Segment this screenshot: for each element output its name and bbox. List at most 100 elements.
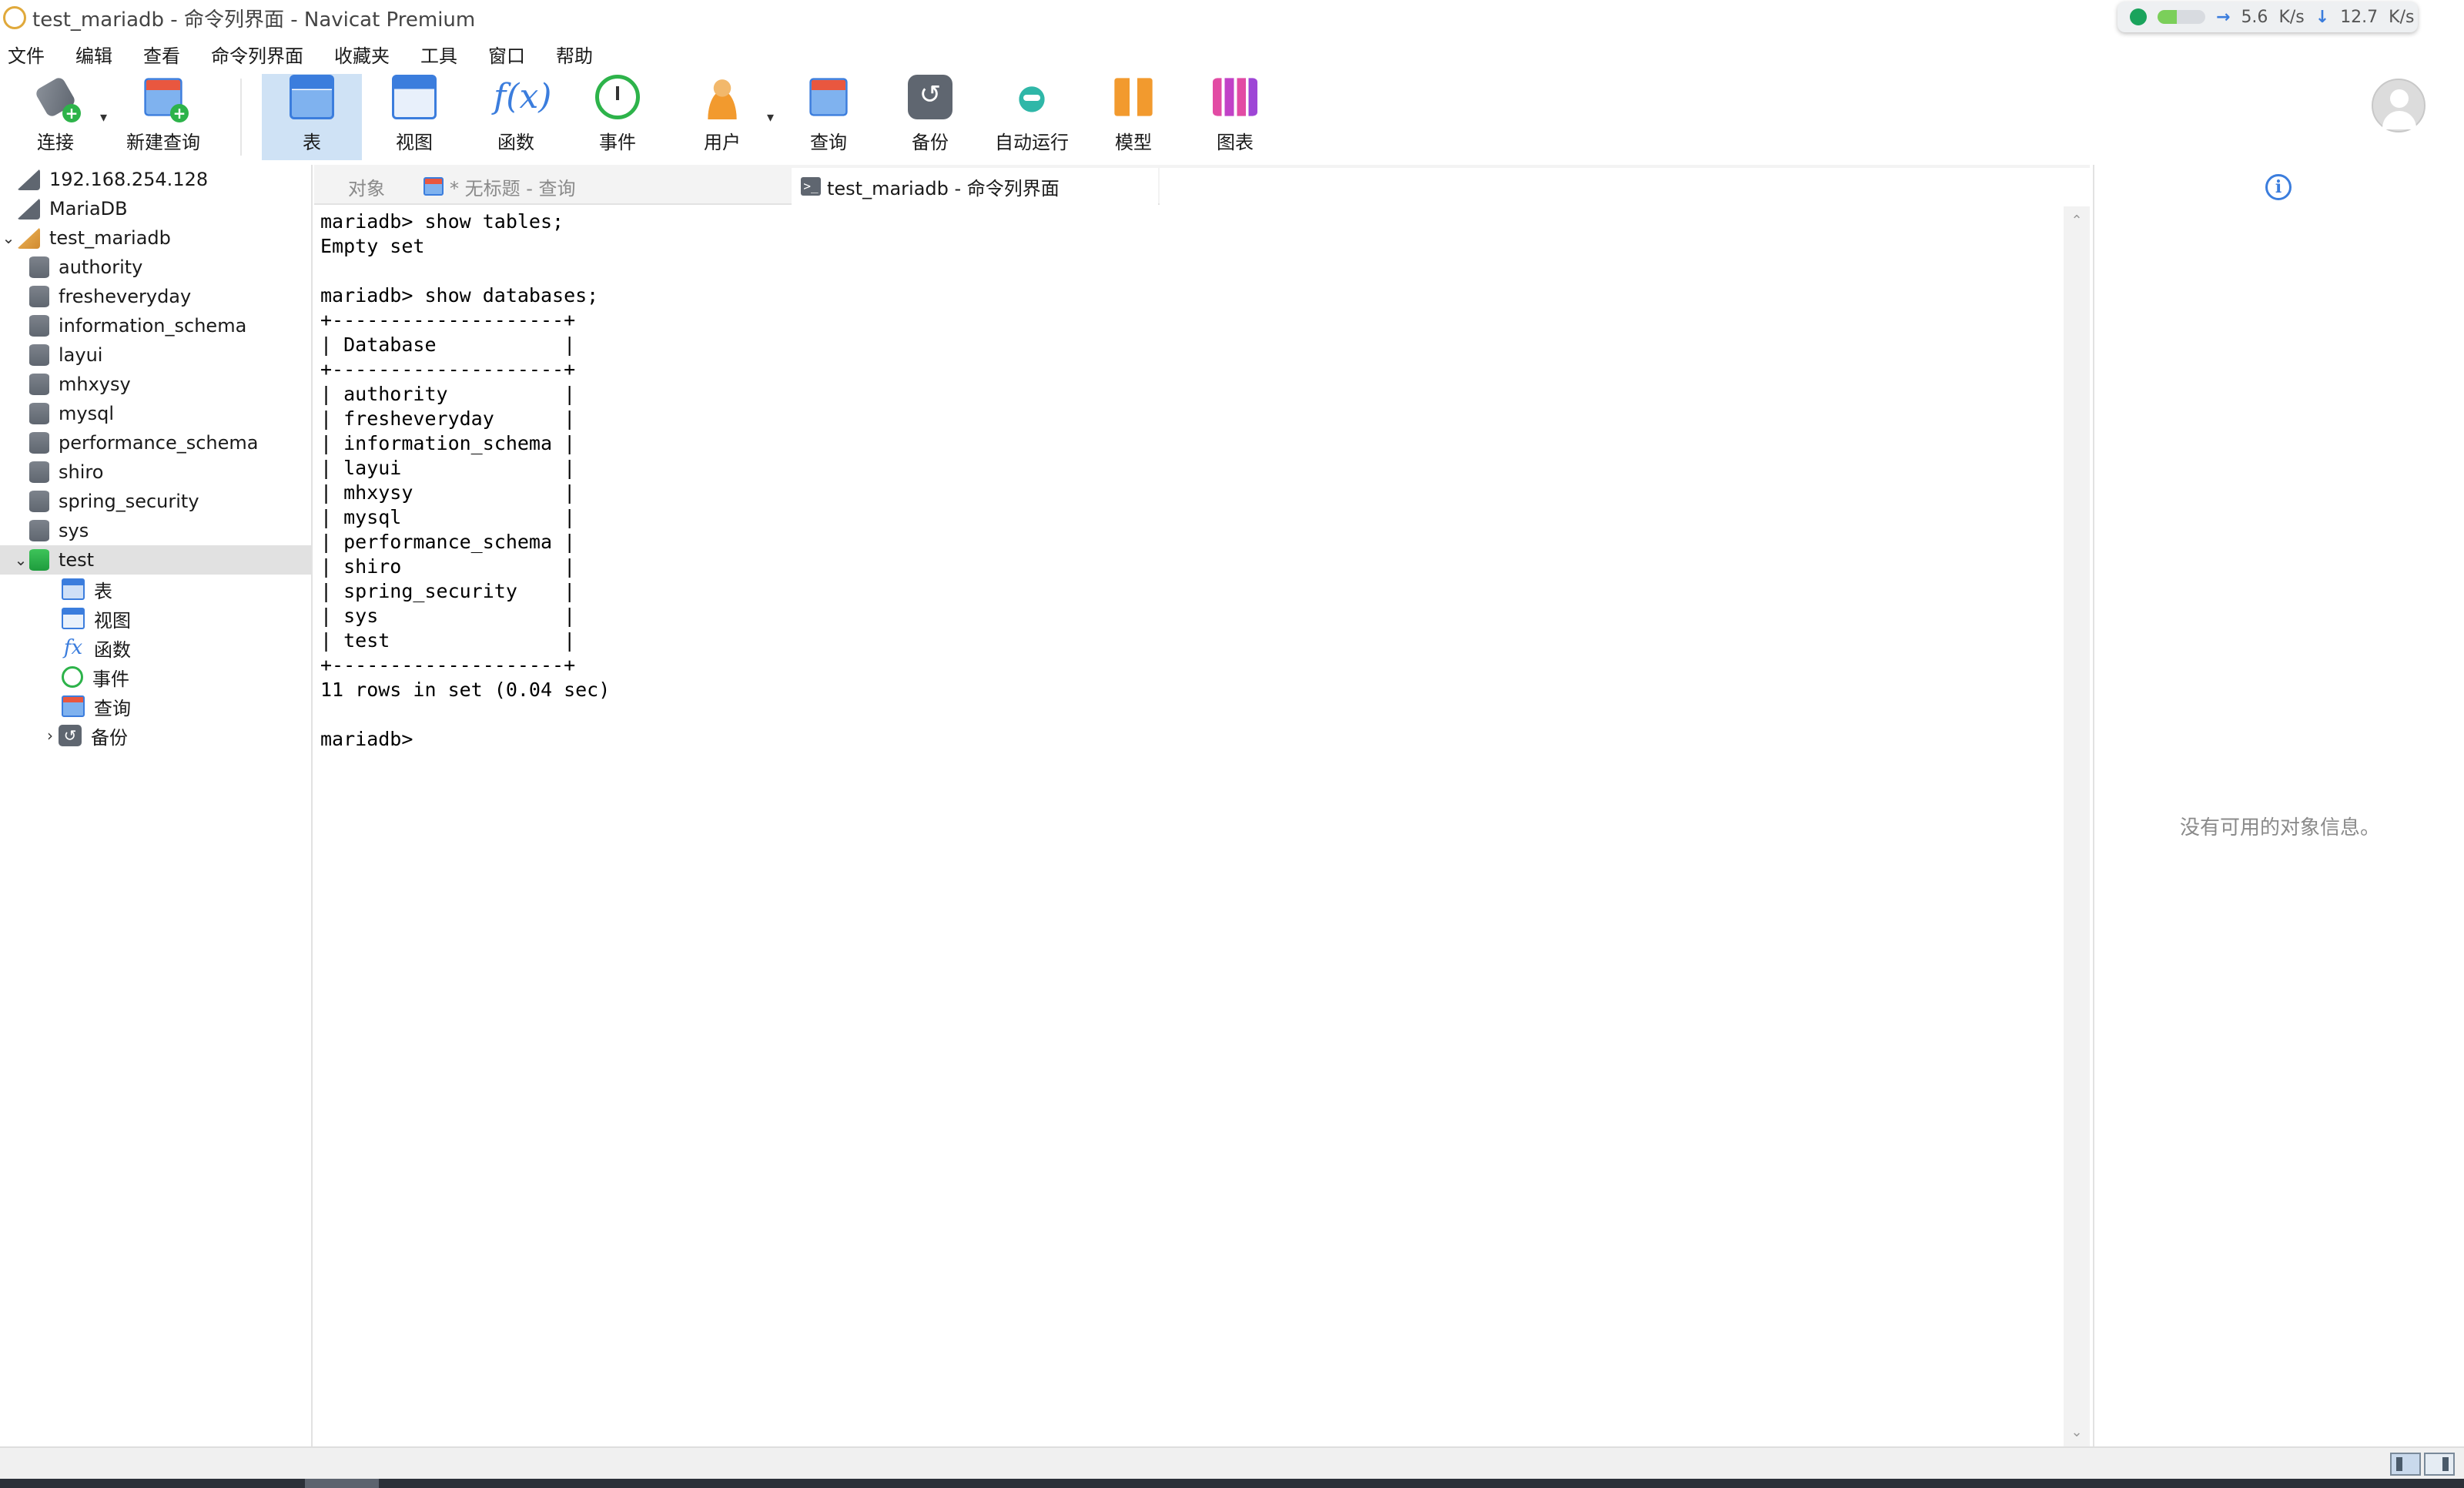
toggle-left-panel-icon[interactable]	[2390, 1453, 2421, 1476]
tab-objects[interactable]: 对象	[348, 168, 385, 205]
chart-icon	[1213, 78, 1257, 116]
tree-label: 视图	[94, 609, 131, 632]
window-title: test_mariadb - 命令列界面 - Navicat Premium	[32, 8, 476, 32]
no-info-message: 没有可用的对象信息。	[2179, 816, 2380, 840]
tree-database-row[interactable]: mysql	[0, 399, 311, 428]
download-unit: K/s	[2389, 7, 2415, 27]
tree-database-row[interactable]: fresheveryday	[0, 282, 311, 311]
taskbar-active-item[interactable]	[305, 1479, 379, 1488]
menu-tools[interactable]: 工具	[420, 41, 457, 68]
chevron-down-icon[interactable]: ⌄	[12, 551, 29, 569]
menu-help[interactable]: 帮助	[556, 41, 593, 68]
clock-icon	[62, 666, 83, 688]
tree-label: spring_security	[59, 491, 199, 512]
database-icon	[29, 344, 49, 366]
tree-database-row[interactable]: mhxysy	[0, 370, 311, 399]
tab-bar-empty-area	[1160, 168, 2090, 205]
view-icon	[62, 608, 85, 629]
tree-label: information_schema	[59, 315, 247, 337]
query-icon	[424, 177, 444, 196]
download-speed: 12.7	[2340, 7, 2379, 27]
toggle-right-panel-icon[interactable]	[2424, 1453, 2455, 1476]
tree-database-row[interactable]: layui	[0, 340, 311, 370]
query-icon	[809, 78, 848, 116]
tree-database-row[interactable]: authority	[0, 253, 311, 282]
tree-database-row[interactable]: information_schema	[0, 311, 311, 340]
tree-label: 函数	[94, 638, 131, 661]
network-speed-widget[interactable]: → 5.6 K/s ↓ 12.7 K/s	[2118, 2, 2418, 32]
view-icon	[392, 75, 437, 119]
console-area[interactable]: mariadb> show tables; Empty set mariadb>…	[314, 206, 2064, 1446]
automation-button[interactable]: 自动运行	[986, 74, 1078, 160]
tree-label: 查询	[94, 697, 131, 719]
connection-icon	[17, 198, 40, 220]
tree-tables-node[interactable]: 表	[0, 575, 311, 604]
info-icon[interactable]: i	[2265, 174, 2292, 200]
user-dropdown-icon[interactable]: ▾	[767, 109, 774, 126]
tree-database-row[interactable]: spring_security	[0, 487, 311, 516]
database-icon	[29, 403, 49, 424]
database-icon	[29, 491, 49, 512]
model-button[interactable]: 模型	[1095, 74, 1172, 160]
table-icon	[290, 75, 334, 119]
toolbar-separator	[240, 79, 242, 156]
menu-file[interactable]: 文件	[8, 41, 45, 68]
menu-console[interactable]: 命令列界面	[211, 41, 303, 68]
console-scrollbar[interactable]: ⌃ ⌄	[2064, 206, 2090, 1446]
database-icon	[29, 432, 49, 454]
tree-label: performance_schema	[59, 432, 259, 454]
menu-view[interactable]: 查看	[143, 41, 180, 68]
view-button[interactable]: 视图	[376, 74, 453, 160]
tree-database-row-selected[interactable]: ⌄ test	[0, 545, 311, 575]
menu-favorites[interactable]: 收藏夹	[334, 41, 390, 68]
tree-connection-row[interactable]: ⌄ test_mariadb	[0, 223, 311, 253]
tree-connection-row[interactable]: MariaDB	[0, 194, 311, 223]
tree-events-node[interactable]: 事件	[0, 662, 311, 692]
menu-edit[interactable]: 编辑	[75, 41, 112, 68]
database-icon	[29, 286, 49, 307]
connect-button[interactable]: 连接	[15, 74, 95, 160]
table-button[interactable]: 表	[262, 74, 362, 160]
scroll-down-icon[interactable]: ⌄	[2064, 1424, 2090, 1440]
event-button[interactable]: 事件	[579, 74, 656, 160]
tree-database-row[interactable]: shiro	[0, 457, 311, 487]
status-dot-icon	[2130, 8, 2147, 25]
tree-backups-node[interactable]: › 备份	[0, 721, 311, 750]
backup-button[interactable]: 备份	[892, 74, 969, 160]
chart-button[interactable]: 图表	[1197, 74, 1274, 160]
tree-label: 事件	[92, 668, 129, 690]
function-button[interactable]: f(x) 函数	[477, 74, 554, 160]
database-icon	[29, 461, 49, 483]
new-query-button[interactable]: 新建查询	[117, 74, 209, 160]
tab-untitled-query[interactable]: * 无标题 - 查询	[424, 168, 770, 205]
menu-bar: 文件 编辑 查看 命令列界面 收藏夹 工具 窗口 帮助	[0, 39, 616, 69]
chevron-right-icon[interactable]: ›	[42, 726, 59, 745]
tree-functions-node[interactable]: fx 函数	[0, 633, 311, 662]
query-button[interactable]: 查询	[790, 74, 867, 160]
tree-label: test_mariadb	[49, 227, 171, 249]
console-output[interactable]: mariadb> show tables; Empty set mariadb>…	[314, 206, 2064, 755]
os-taskbar	[0, 1479, 2464, 1488]
chevron-down-icon[interactable]: ⌄	[0, 229, 17, 247]
upload-unit: K/s	[2278, 7, 2305, 27]
tree-queries-node[interactable]: 查询	[0, 692, 311, 721]
tree-views-node[interactable]: 视图	[0, 604, 311, 633]
user-avatar[interactable]	[2372, 79, 2426, 132]
connection-tree: 192.168.254.128 MariaDB ⌄ test_mariadb a…	[0, 165, 313, 1446]
table-icon	[62, 578, 85, 600]
tree-database-row[interactable]: sys	[0, 516, 311, 545]
user-button[interactable]: 用户	[684, 74, 761, 160]
connection-open-icon	[17, 227, 40, 249]
menu-window[interactable]: 窗口	[488, 41, 525, 68]
tree-connection-row[interactable]: 192.168.254.128	[0, 165, 311, 194]
model-icon	[1114, 78, 1153, 116]
tab-console[interactable]: >_ test_mariadb - 命令列界面	[792, 168, 1158, 205]
database-icon	[29, 374, 49, 395]
tree-label: MariaDB	[49, 198, 128, 220]
connect-dropdown-icon[interactable]: ▾	[100, 109, 107, 126]
robot-icon	[1009, 75, 1054, 119]
tree-label: 备份	[91, 726, 128, 749]
tab-bar: 对象 * 无标题 - 查询 >_ test_mariadb - 命令列界面	[314, 165, 2090, 205]
scroll-up-icon[interactable]: ⌃	[2064, 213, 2090, 229]
tree-database-row[interactable]: performance_schema	[0, 428, 311, 457]
